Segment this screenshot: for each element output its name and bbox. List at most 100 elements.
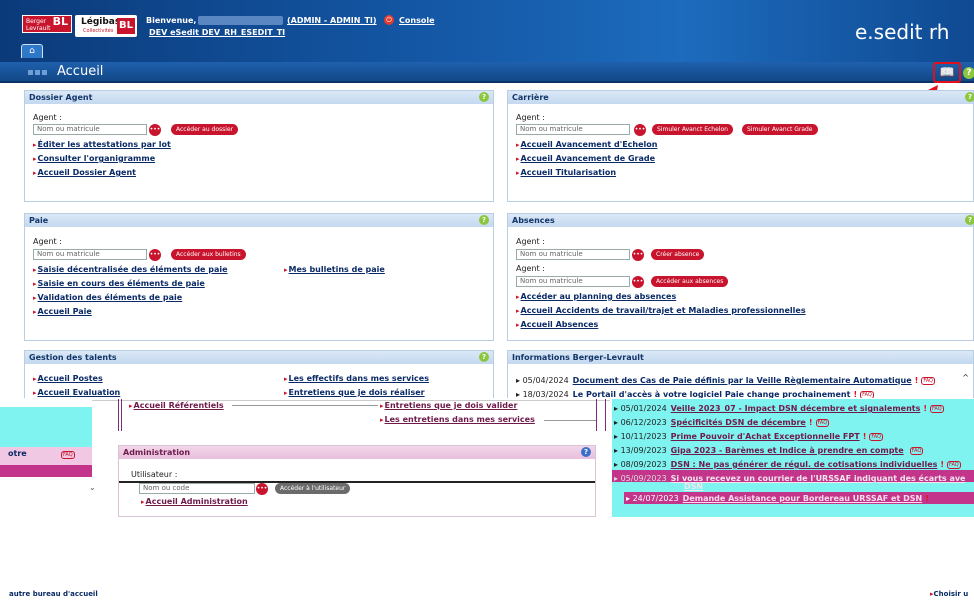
news-date: 06/12/2023 xyxy=(620,418,667,427)
link-avancement-echelon[interactable]: Accueil Avancement d'Echelon xyxy=(516,140,658,149)
faq-badge[interactable]: FAQ xyxy=(815,418,830,427)
news-item[interactable]: ▸ 06/12/2023 Spécificités DSN de décembre… xyxy=(614,418,830,427)
create-absence-button[interactable]: Créer absence xyxy=(651,249,705,260)
home-icon[interactable]: ⌂ xyxy=(21,44,43,58)
help-icon[interactable]: ? xyxy=(479,352,489,362)
menu-dots-icon[interactable] xyxy=(28,68,56,75)
panel-header: Absences? xyxy=(508,214,974,227)
faq-badge[interactable]: FAQ xyxy=(869,432,884,441)
link-validation-paie[interactable]: Validation des éléments de paie xyxy=(33,293,183,302)
link-accueil-postes[interactable]: Accueil Postes xyxy=(33,374,103,383)
more-icon[interactable]: ••• xyxy=(632,276,644,288)
faq-badge[interactable]: FAQ xyxy=(61,451,75,459)
user-search-input[interactable]: Nom ou code xyxy=(139,483,255,494)
role-link[interactable]: (ADMIN - ADMIN_TI) xyxy=(287,16,377,25)
open-absences-button[interactable]: Accéder aux absences xyxy=(651,276,729,287)
power-icon[interactable]: ⏻ xyxy=(384,15,394,25)
link-mes-bulletins[interactable]: Mes bulletins de paie xyxy=(284,265,385,274)
panel-title: Gestion des talents xyxy=(29,353,117,362)
brand-title: e.sedit rh xyxy=(855,20,950,44)
open-user-button[interactable]: Accéder à l'utilisateur xyxy=(275,483,351,494)
news-title[interactable]: Spécificités DSN de décembre xyxy=(671,418,806,427)
link-accidents-travail[interactable]: Accueil Accidents de travail/trajet et M… xyxy=(516,306,806,315)
help-icon[interactable]: ? xyxy=(479,215,489,225)
more-icon[interactable]: ••• xyxy=(634,124,646,136)
link-accueil-dossier[interactable]: Accueil Dossier Agent xyxy=(33,168,137,177)
help-icon[interactable]: ? xyxy=(581,447,591,457)
link-attestations[interactable]: Éditer les attestations par lot xyxy=(33,140,171,149)
welcome-text: Bienvenue, xyxy=(146,16,197,25)
more-icon[interactable]: ••• xyxy=(149,124,161,136)
help-icon[interactable]: ? xyxy=(965,215,974,225)
link-accueil-administration[interactable]: Accueil Administration xyxy=(141,497,248,506)
agent-search-input[interactable]: Nom ou matricule xyxy=(33,124,147,135)
legibase-mark: BL xyxy=(117,18,135,34)
chevron-down-icon[interactable]: ⌄ xyxy=(89,483,96,492)
link-titularisation[interactable]: Accueil Titularisation xyxy=(516,168,617,177)
link-saisie-decentralisee[interactable]: Saisie décentralisée des éléments de pai… xyxy=(33,265,228,274)
news-title[interactable]: Prime Pouvoir d'Achat Exceptionnelle FPT xyxy=(671,432,860,441)
link-entretiens-valider[interactable]: Entretiens que je dois valider xyxy=(380,401,518,410)
panel-header: Carrière? xyxy=(508,91,974,104)
link-planning-absences[interactable]: Accéder au planning des absences xyxy=(516,292,677,301)
link-accueil-absences[interactable]: Accueil Absences xyxy=(516,320,599,329)
open-dossier-button[interactable]: Accéder au dossier xyxy=(171,124,239,135)
panel-dossier-agent: Dossier Agent? Agent : Nom ou matricule … xyxy=(24,90,494,202)
news-item[interactable]: ▸ 13/09/2023 Gipa 2023 - Barèmes et Indic… xyxy=(614,446,924,455)
panel-talents: Gestion des talents? Accueil Postes Accu… xyxy=(24,350,494,400)
fragment-text: otre xyxy=(8,449,27,458)
news-title[interactable]: Veille 2023_07 - Impact DSN décembre et … xyxy=(671,404,921,413)
simulate-grade-button[interactable]: Simuler Avanct Grade xyxy=(742,124,818,135)
footer-right-link[interactable]: Choisir u xyxy=(930,590,969,598)
news-title[interactable]: Si vous recevez un courrier de l'URSSAF … xyxy=(671,474,966,483)
help-icon[interactable]: ? xyxy=(965,92,974,102)
more-icon[interactable]: ••• xyxy=(256,483,268,495)
news-title[interactable]: Demande Assistance pour Bordereau URSSAF… xyxy=(683,494,923,503)
news-title[interactable]: Gipa 2023 - Barèmes et Indice à prendre … xyxy=(671,446,904,455)
news-item[interactable]: ▸ 05/09/2023 Si vous recevez un courrier … xyxy=(614,474,965,483)
more-icon[interactable]: ••• xyxy=(632,249,644,261)
news-item[interactable]: ▸ 10/11/2023 Prime Pouvoir d'Achat Except… xyxy=(614,432,884,441)
link-saisie-en-cours[interactable]: Saisie en cours des éléments de paie xyxy=(33,279,205,288)
panel-paie: Paie? Agent : Nom ou matricule ••• Accéd… xyxy=(24,213,494,341)
footer-left-link[interactable]: autre bureau d'accueil xyxy=(9,590,98,598)
agent-search-input[interactable]: Nom ou matricule xyxy=(33,249,147,260)
news-item[interactable]: ▸ 08/09/2023 DSN : Ne pas générer de régu… xyxy=(614,460,961,469)
help-icon[interactable]: ? xyxy=(479,92,489,102)
faq-badge[interactable]: FAQ xyxy=(921,376,935,385)
news-title[interactable]: DSN : Ne pas générer de régul. de cotisa… xyxy=(671,460,938,469)
agent-search-input-2[interactable]: Nom ou matricule xyxy=(516,276,630,287)
news-item[interactable]: ▸ 05/01/2024 Veille 2023_07 - Impact DSN … xyxy=(614,404,944,413)
faq-badge[interactable]: FAQ xyxy=(947,460,961,469)
link-effectifs[interactable]: Les effectifs dans mes services xyxy=(284,374,429,383)
link-accueil-referentiels[interactable]: Accueil Référentiels xyxy=(129,401,224,410)
agent-label: Agent : xyxy=(516,264,545,273)
agent-search-input[interactable]: Nom ou matricule xyxy=(516,249,630,260)
news-title-cont[interactable]: DSN xyxy=(684,482,703,491)
panel-title: Absences xyxy=(512,216,555,225)
more-icon[interactable]: ••• xyxy=(149,249,161,261)
environment-link[interactable]: DEV eSedit DEV_RH_ESEDIT_TI xyxy=(149,28,285,37)
faq-badge[interactable]: FAQ xyxy=(909,446,924,455)
help-icon[interactable]: ? xyxy=(963,67,974,79)
agent-search-input[interactable]: Nom ou matricule xyxy=(516,124,630,135)
console-link[interactable]: Console xyxy=(399,16,435,25)
news-title[interactable]: Document des Cas de Paie définis par la … xyxy=(573,376,912,385)
legibase-logo[interactable]: Légibase Collectivités BL xyxy=(75,15,137,37)
link-entretiens-realiser[interactable]: Entretiens que je dois réaliser xyxy=(284,388,425,397)
berger-levrault-logo[interactable]: Berger Levrault BL xyxy=(22,15,72,33)
faq-badge[interactable]: FAQ xyxy=(930,404,944,413)
link-entretiens-services[interactable]: Les entretiens dans mes services xyxy=(380,415,535,424)
book-icon[interactable]: 📖 xyxy=(933,62,961,83)
link-organigramme[interactable]: Consulter l'organigramme xyxy=(33,154,156,163)
news-item[interactable]: ▸ 05/04/2024 Document des Cas de Paie déf… xyxy=(516,376,935,385)
link-avancement-grade[interactable]: Accueil Avancement de Grade xyxy=(516,154,656,163)
panel-title: Informations Berger-Levrault xyxy=(512,353,644,362)
open-bulletins-button[interactable]: Accéder aux bulletins xyxy=(171,249,246,260)
simulate-echelon-button[interactable]: Simuler Avanct Echelon xyxy=(652,124,733,135)
link-accueil-paie[interactable]: Accueil Paie xyxy=(33,307,92,316)
username-redacted xyxy=(198,16,283,25)
scroll-up-icon[interactable]: ^ xyxy=(962,373,969,382)
news-item[interactable]: ▸ 24/07/2023 Demande Assistance pour Bord… xyxy=(626,494,932,503)
link-accueil-evaluation[interactable]: Accueil Evaluation xyxy=(33,388,121,397)
